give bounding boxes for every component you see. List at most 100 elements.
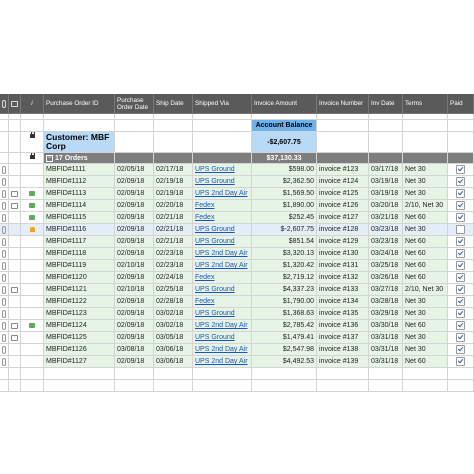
- shipped-via-link[interactable]: UPS 2nd Day Air: [195, 262, 248, 269]
- inv-date-cell[interactable]: 03/20/18: [369, 200, 403, 212]
- collapse-toggle-icon[interactable]: −: [46, 154, 53, 162]
- empty-cell[interactable]: [317, 368, 369, 380]
- invoice-amount-cell[interactable]: $1,479.41: [252, 332, 317, 344]
- invoice-number-cell[interactable]: invoice #137: [317, 332, 369, 344]
- attachment-icon[interactable]: [0, 308, 9, 320]
- table-row[interactable]: MBFID#1121 02/10/18 02/25/18 UPS Ground $4,3…: [0, 284, 474, 296]
- shipped-via-cell[interactable]: UPS 2nd Day Air: [193, 356, 252, 368]
- table-row[interactable]: · MBFID#1127 02/09/18 03/06/18 UPS 2nd Day A…: [0, 356, 474, 368]
- po-id-cell[interactable]: MBFID#1120: [44, 272, 115, 284]
- shipped-via-cell[interactable]: UPS Ground: [193, 308, 252, 320]
- ship-date-cell[interactable]: 03/06/18: [154, 344, 193, 356]
- empty-cell[interactable]: [44, 380, 115, 392]
- invoice-number-cell[interactable]: invoice #139: [317, 356, 369, 368]
- terms-cell[interactable]: Net 30: [403, 164, 448, 176]
- invoice-amount-cell[interactable]: $1,320.42: [252, 260, 317, 272]
- paid-checkbox[interactable]: [456, 165, 465, 174]
- po-id-cell[interactable]: MBFID#1116: [44, 224, 115, 236]
- invoice-number-cell[interactable]: invoice #127: [317, 212, 369, 224]
- customer-label[interactable]: Customer: MBF Corp: [44, 132, 115, 153]
- empty-row[interactable]: [0, 368, 474, 380]
- empty-cell[interactable]: [317, 380, 369, 392]
- comment-icon[interactable]: [9, 284, 21, 296]
- shipped-via-link[interactable]: UPS Ground: [195, 238, 235, 245]
- order-date-cell[interactable]: 02/09/18: [115, 272, 154, 284]
- order-date-cell[interactable]: 02/09/18: [115, 188, 154, 200]
- paid-cell[interactable]: [448, 188, 474, 200]
- empty-cell[interactable]: [0, 368, 9, 380]
- table-row[interactable]: · MBFID#1122 02/09/18 02/28/18 Fedex $1,790.0…: [0, 296, 474, 308]
- paid-checkbox[interactable]: [456, 213, 465, 222]
- order-date-cell[interactable]: 02/09/18: [115, 224, 154, 236]
- row-action-icon[interactable]: ·: [9, 260, 21, 272]
- paid-checkbox[interactable]: [456, 333, 465, 342]
- shipped-via-link[interactable]: Fedex: [195, 214, 214, 221]
- invoice-amount-cell[interactable]: $1,790.00: [252, 296, 317, 308]
- invoice-number-cell[interactable]: invoice #125: [317, 188, 369, 200]
- row-action-icon[interactable]: ·: [9, 308, 21, 320]
- shipped-via-cell[interactable]: Fedex: [193, 212, 252, 224]
- attachment-icon[interactable]: [0, 332, 9, 344]
- invoice-amount-cell[interactable]: $598.00: [252, 164, 317, 176]
- terms-cell[interactable]: Net 30: [403, 332, 448, 344]
- ship-date-cell[interactable]: 02/19/18: [154, 188, 193, 200]
- terms-cell[interactable]: Net 60: [403, 212, 448, 224]
- attachment-icon[interactable]: [0, 272, 9, 284]
- paid-checkbox[interactable]: [456, 345, 465, 354]
- invoice-amount-cell[interactable]: $1,569.50: [252, 188, 317, 200]
- ship-date-cell[interactable]: 02/20/18: [154, 200, 193, 212]
- ship-date-cell[interactable]: 02/21/18: [154, 236, 193, 248]
- po-id-cell[interactable]: MBFID#1111: [44, 164, 115, 176]
- invoice-number-cell[interactable]: invoice #134: [317, 296, 369, 308]
- customer-row[interactable]: Customer: MBF Corp -$2,607.75: [0, 132, 474, 153]
- row-action-icon[interactable]: ·: [9, 236, 21, 248]
- paid-cell[interactable]: [448, 260, 474, 272]
- inv-date-cell[interactable]: 03/25/18: [369, 260, 403, 272]
- info-icon[interactable]: i: [21, 94, 44, 114]
- paid-cell[interactable]: [448, 272, 474, 284]
- ship-date-cell[interactable]: 02/19/18: [154, 176, 193, 188]
- table-row[interactable]: MBFID#1114 02/09/18 02/20/18 Fedex $1,890.00…: [0, 200, 474, 212]
- ship-date-cell[interactable]: 03/05/18: [154, 332, 193, 344]
- shipped-via-cell[interactable]: UPS 2nd Day Air: [193, 344, 252, 356]
- ship-date-cell[interactable]: 03/06/18: [154, 356, 193, 368]
- po-id-cell[interactable]: MBFID#1125: [44, 332, 115, 344]
- invoice-number-cell[interactable]: invoice #126: [317, 200, 369, 212]
- paid-cell[interactable]: [448, 176, 474, 188]
- paid-cell[interactable]: [448, 164, 474, 176]
- paid-checkbox[interactable]: [456, 177, 465, 186]
- paid-checkbox[interactable]: [456, 189, 465, 198]
- paid-cell[interactable]: [448, 224, 474, 236]
- empty-cell[interactable]: [252, 380, 317, 392]
- invoice-number-cell[interactable]: invoice #123: [317, 164, 369, 176]
- attachment-icon[interactable]: [0, 200, 9, 212]
- empty-cell[interactable]: [403, 380, 448, 392]
- table-row[interactable]: · MBFID#1123 02/09/18 03/02/18 UPS Ground $1,…: [0, 308, 474, 320]
- attachment-icon[interactable]: [0, 164, 9, 176]
- ship-date-cell[interactable]: 02/24/18: [154, 272, 193, 284]
- paid-cell[interactable]: [448, 320, 474, 332]
- paid-checkbox[interactable]: [456, 201, 465, 210]
- account-balance-value[interactable]: -$2,607.75: [252, 132, 317, 153]
- shipped-via-cell[interactable]: UPS Ground: [193, 284, 252, 296]
- table-row[interactable]: MBFID#1125 02/09/18 03/05/18 UPS Ground $1,4…: [0, 332, 474, 344]
- po-id-cell[interactable]: MBFID#1113: [44, 188, 115, 200]
- inv-date-cell[interactable]: 03/26/18: [369, 272, 403, 284]
- paid-cell[interactable]: [448, 308, 474, 320]
- ship-date-cell[interactable]: 02/21/18: [154, 212, 193, 224]
- invoice-amount-cell[interactable]: $3,320.13: [252, 248, 317, 260]
- shipped-via-link[interactable]: UPS Ground: [195, 310, 235, 317]
- table-row[interactable]: · MBFID#1111 02/05/18 02/17/18 UPS Ground $59…: [0, 164, 474, 176]
- comment-icon[interactable]: [9, 188, 21, 200]
- attachment-icon[interactable]: [0, 284, 9, 296]
- paid-checkbox[interactable]: [456, 237, 465, 246]
- order-date-cell[interactable]: 02/09/18: [115, 212, 154, 224]
- shipped-via-cell[interactable]: UPS 2nd Day Air: [193, 320, 252, 332]
- po-id-cell[interactable]: MBFID#1121: [44, 284, 115, 296]
- paid-checkbox[interactable]: [456, 321, 465, 330]
- invoice-amount-cell[interactable]: $851.54: [252, 236, 317, 248]
- ship-date-cell[interactable]: 02/21/18: [154, 224, 193, 236]
- shipped-via-link[interactable]: Fedex: [195, 202, 214, 209]
- empty-cell[interactable]: [44, 368, 115, 380]
- shipped-via-cell[interactable]: UPS 2nd Day Air: [193, 260, 252, 272]
